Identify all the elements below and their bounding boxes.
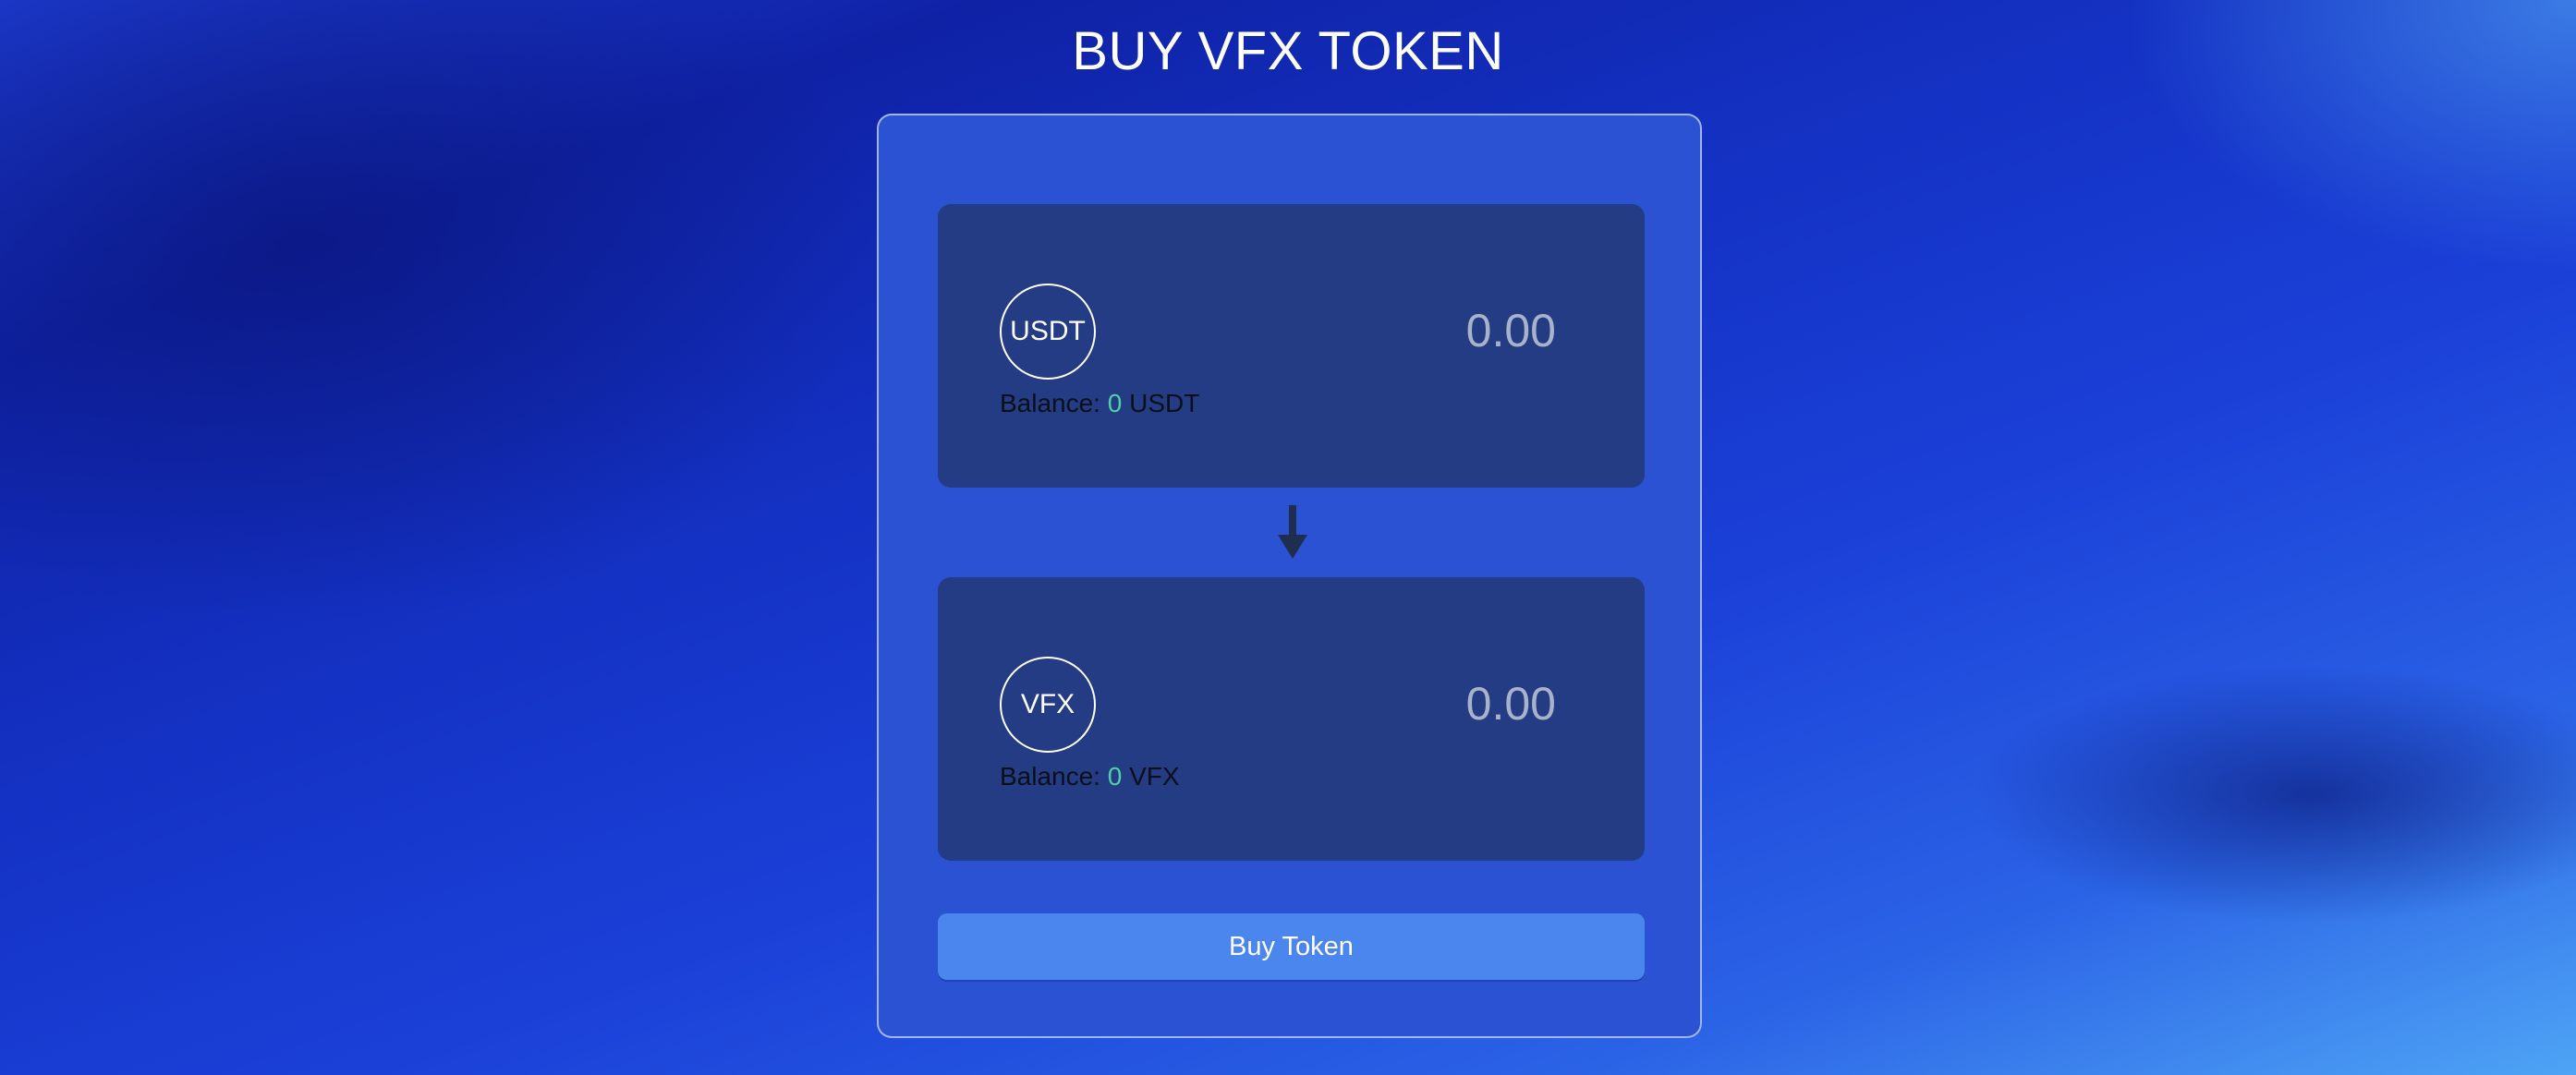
usdt-amount-input[interactable] — [1316, 304, 1556, 357]
swap-card: USDT Balance: 0 USDT VFX Balance: 0 VFX … — [877, 114, 1702, 1038]
balance-value: 0 — [1107, 762, 1123, 791]
balance-unit: USDT — [1129, 389, 1200, 417]
from-token-panel: USDT Balance: 0 USDT — [938, 204, 1645, 488]
usdt-token-icon: USDT — [1000, 284, 1096, 380]
arrow-down-icon — [1278, 505, 1307, 559]
balance-value: 0 — [1107, 389, 1123, 417]
page-title: BUY VFX TOKEN — [1072, 21, 1504, 81]
vfx-balance: Balance: 0 VFX — [1000, 762, 1180, 791]
balance-label: Balance: — [1000, 389, 1100, 417]
buy-token-button[interactable]: Buy Token — [938, 913, 1645, 980]
to-token-panel: VFX Balance: 0 VFX — [938, 577, 1645, 861]
vfx-amount-input[interactable] — [1316, 677, 1556, 731]
page-background: BUY VFX TOKEN USDT Balance: 0 USDT VFX B… — [0, 0, 2576, 1075]
usdt-balance: Balance: 0 USDT — [1000, 389, 1199, 418]
vfx-token-icon: VFX — [1000, 657, 1096, 753]
balance-label: Balance: — [1000, 762, 1100, 791]
balance-unit: VFX — [1129, 762, 1180, 791]
